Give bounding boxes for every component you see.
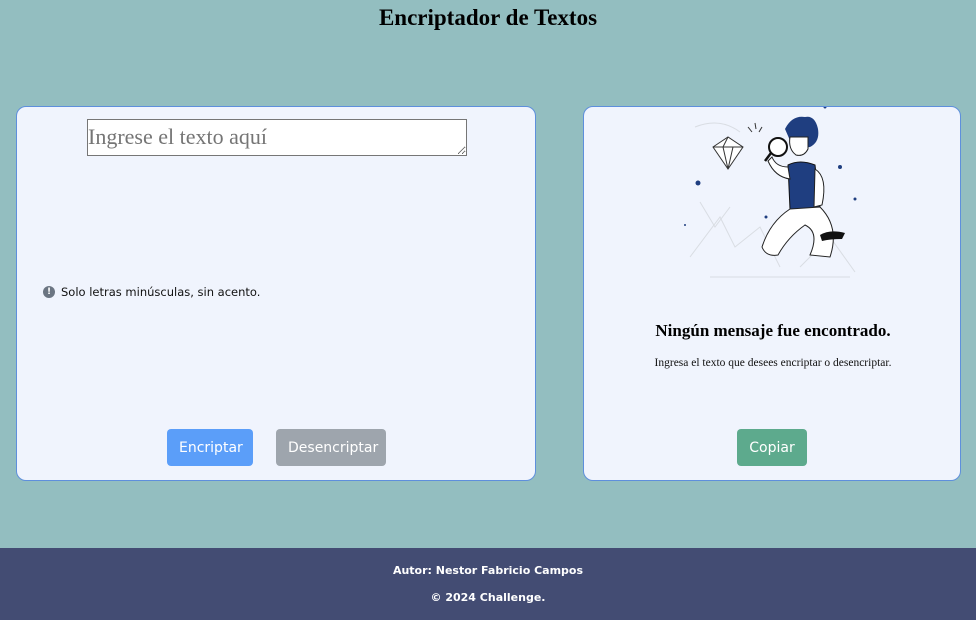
- input-hint: ! Solo letras minúsculas, sin acento.: [43, 285, 260, 299]
- copy-button[interactable]: Copiar: [737, 429, 807, 466]
- info-icon: !: [43, 286, 55, 298]
- footer: Autor: Nestor Fabricio Campos © 2024 Cha…: [0, 548, 976, 620]
- hint-text: Solo letras minúsculas, sin acento.: [61, 285, 261, 299]
- encrypt-button[interactable]: Encriptar: [167, 429, 253, 466]
- input-panel: ! Solo letras minúsculas, sin acento. En…: [16, 106, 536, 481]
- footer-copyright: © 2024 Challenge.: [430, 591, 546, 604]
- decrypt-button[interactable]: Desencriptar: [276, 429, 386, 466]
- person-with-magnifier-illustration: [684, 107, 857, 278]
- text-input-wrapper: [87, 119, 467, 156]
- no-message-title: Ningún mensaje fue encontrado.: [655, 321, 891, 340]
- page-title: Encriptador de Textos: [378, 5, 598, 30]
- text-input[interactable]: [87, 119, 467, 156]
- output-panel: Ningún mensaje fue encontrado. Ingresa e…: [583, 106, 961, 481]
- footer-author: Autor: Nestor Fabricio Campos: [392, 564, 584, 577]
- no-message-subtitle: Ingresa el texto que desees encriptar o …: [654, 357, 892, 369]
